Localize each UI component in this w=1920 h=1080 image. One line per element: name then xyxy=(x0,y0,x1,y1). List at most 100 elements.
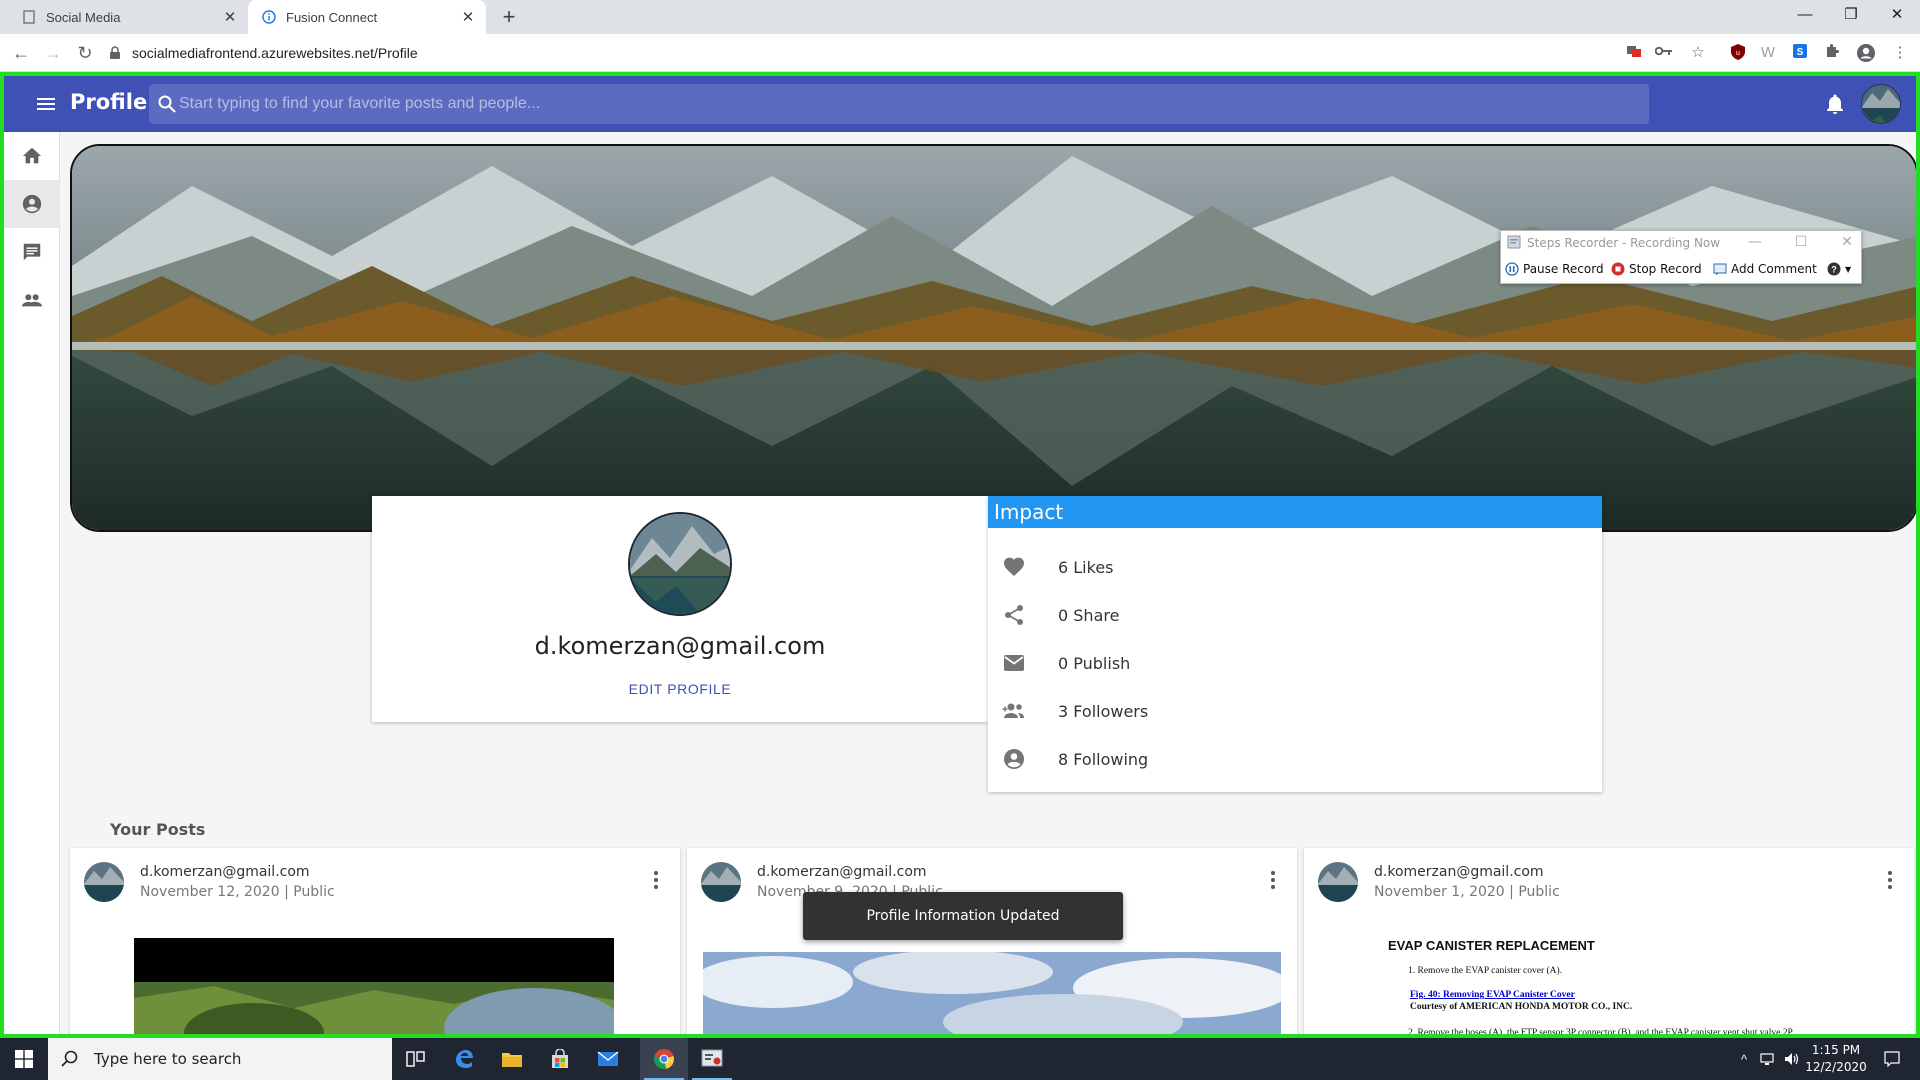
file-explorer-icon[interactable] xyxy=(488,1038,536,1080)
share-icon xyxy=(1005,605,1023,625)
steps-recorder-taskbar-icon[interactable] xyxy=(688,1038,736,1080)
microsoft-store-icon[interactable] xyxy=(536,1038,584,1080)
taskbar-clock[interactable]: 1:15 PM 12/2/2020 xyxy=(1796,1042,1876,1076)
post-meta: November 12, 2020 | Public xyxy=(140,884,335,900)
tab-title: Fusion Connect xyxy=(286,9,378,25)
sidebar-item-messages[interactable] xyxy=(4,228,60,276)
recorder-maximize-icon[interactable]: ☐ xyxy=(1791,234,1811,250)
browser-menu-icon[interactable]: ⋮ xyxy=(1890,43,1910,63)
svg-text:S: S xyxy=(1797,47,1804,58)
account-circle-icon xyxy=(22,194,42,214)
new-tab-button[interactable]: + xyxy=(496,4,522,30)
clock-date: 12/2/2020 xyxy=(1805,1060,1867,1074)
post-image xyxy=(693,950,1293,1034)
post-author-avatar[interactable] xyxy=(701,862,741,902)
pause-icon xyxy=(1505,262,1519,276)
tab-close-icon[interactable]: ✕ xyxy=(220,8,240,26)
post-document-image: EVAP CANISTER REPLACEMENT 1. Remove the … xyxy=(1384,932,1854,1034)
followers-stat: 3 Followers xyxy=(988,687,1602,735)
profile-email: d.komerzan@gmail.com xyxy=(534,632,826,660)
url-text: socialmediafrontend.azurewebsites.net/Pr… xyxy=(132,45,418,61)
network-icon[interactable] xyxy=(1756,1038,1780,1080)
browser-profile-icon[interactable] xyxy=(1856,43,1876,63)
windows-logo-icon xyxy=(15,1050,33,1068)
more-vert-icon[interactable] xyxy=(646,868,666,892)
back-icon[interactable]: ← xyxy=(8,40,34,66)
stop-record-button[interactable]: Stop Record xyxy=(1611,259,1702,279)
browser-toolbar: ← → ↻ socialmediafrontend.azurewebsites.… xyxy=(0,34,1920,72)
ublock-shield-icon[interactable]: u xyxy=(1728,43,1748,63)
mail-app-icon[interactable] xyxy=(584,1038,632,1080)
post-card[interactable]: d.komerzan@gmail.com November 9, 2020 | … xyxy=(687,848,1297,1034)
chrome-taskbar-icon[interactable] xyxy=(640,1038,688,1080)
your-posts-heading: Your Posts xyxy=(110,820,206,839)
forward-icon[interactable]: → xyxy=(40,40,66,66)
post-image xyxy=(134,938,624,1034)
pause-record-button[interactable]: Pause Record xyxy=(1505,259,1604,279)
wikipedia-icon[interactable]: W xyxy=(1758,43,1778,63)
browser-tab-fusion-connect[interactable]: Fusion Connect ✕ xyxy=(248,0,486,34)
post-author-avatar[interactable] xyxy=(84,862,124,902)
help-dropdown-button[interactable]: ? ▼ xyxy=(1827,259,1851,279)
edit-profile-button[interactable]: EDIT PROFILE xyxy=(620,674,740,704)
post-author: d.komerzan@gmail.com xyxy=(757,864,927,880)
publish-count: 0 Publish xyxy=(1058,653,1131,673)
post-card[interactable]: d.komerzan@gmail.com November 12, 2020 |… xyxy=(70,848,680,1034)
share-stat: 0 Share xyxy=(988,591,1602,639)
share-count: 0 Share xyxy=(1058,605,1120,625)
sidebar-item-home[interactable] xyxy=(4,132,60,180)
extensions-puzzle-icon[interactable] xyxy=(1822,43,1842,63)
start-button[interactable] xyxy=(0,1038,48,1080)
taskbar-search-box[interactable]: Type here to search xyxy=(48,1038,392,1080)
key-icon[interactable] xyxy=(1654,43,1674,63)
page-icon xyxy=(22,10,36,24)
profile-avatar[interactable] xyxy=(628,512,732,616)
hamburger-menu-icon[interactable] xyxy=(34,92,58,116)
pause-record-label: Pause Record xyxy=(1523,262,1604,276)
search-box xyxy=(149,84,1649,124)
task-view-icon[interactable] xyxy=(392,1038,440,1080)
translate-icon[interactable] xyxy=(1624,43,1644,63)
user-avatar[interactable] xyxy=(1861,84,1901,124)
browser-tab-social-media[interactable]: Social Media ✕ xyxy=(8,0,248,34)
chevron-down-icon: ▼ xyxy=(1845,264,1852,274)
search-input[interactable] xyxy=(179,84,1579,124)
post-card[interactable]: d.komerzan@gmail.com November 1, 2020 | … xyxy=(1304,848,1914,1034)
people-icon xyxy=(21,294,43,307)
post-author: d.komerzan@gmail.com xyxy=(1374,864,1544,880)
notifications-bell-icon[interactable] xyxy=(1823,92,1847,116)
more-vert-icon[interactable] xyxy=(1880,868,1900,892)
publish-stat: 0 Publish xyxy=(988,639,1602,687)
action-center-icon[interactable] xyxy=(1872,1038,1912,1080)
bookmark-star-icon[interactable]: ☆ xyxy=(1688,43,1708,63)
sidebar-item-profile[interactable] xyxy=(4,180,60,228)
stop-icon xyxy=(1611,262,1625,276)
add-comment-button[interactable]: Add Comment xyxy=(1713,259,1817,279)
url-field[interactable]: socialmediafrontend.azurewebsites.net/Pr… xyxy=(108,38,1608,68)
window-close-icon[interactable]: ✕ xyxy=(1874,0,1920,30)
add-comment-label: Add Comment xyxy=(1731,262,1817,276)
more-vert-icon[interactable] xyxy=(1263,868,1283,892)
sidebar-item-people[interactable] xyxy=(4,276,60,324)
heart-icon xyxy=(1004,557,1024,576)
restore-icon[interactable]: ❐ xyxy=(1828,0,1874,30)
post-author: d.komerzan@gmail.com xyxy=(140,864,310,880)
stop-record-label: Stop Record xyxy=(1629,262,1702,276)
post-meta: November 1, 2020 | Public xyxy=(1374,884,1560,900)
chat-icon xyxy=(23,243,41,261)
edge-browser-icon[interactable] xyxy=(440,1038,488,1080)
document-courtesy: Courtesy of AMERICAN HONDA MOTOR CO., IN… xyxy=(1410,1002,1633,1012)
svg-text:?: ? xyxy=(1831,265,1837,275)
tray-chevron-up-icon[interactable]: ^ xyxy=(1732,1038,1756,1080)
likes-count: 6 Likes xyxy=(1058,557,1114,577)
post-author-avatar[interactable] xyxy=(1318,862,1358,902)
tab-close-icon[interactable]: ✕ xyxy=(458,8,478,26)
recorder-close-icon[interactable]: ✕ xyxy=(1837,234,1857,250)
followers-count: 3 Followers xyxy=(1058,701,1149,721)
recorder-minimize-icon[interactable]: — xyxy=(1745,234,1765,250)
page-title: Profile xyxy=(70,90,148,114)
search-icon xyxy=(158,95,176,113)
minimize-icon[interactable]: — xyxy=(1782,0,1828,30)
reload-icon[interactable]: ↻ xyxy=(72,40,98,66)
extension-s-icon[interactable]: S xyxy=(1790,43,1810,63)
